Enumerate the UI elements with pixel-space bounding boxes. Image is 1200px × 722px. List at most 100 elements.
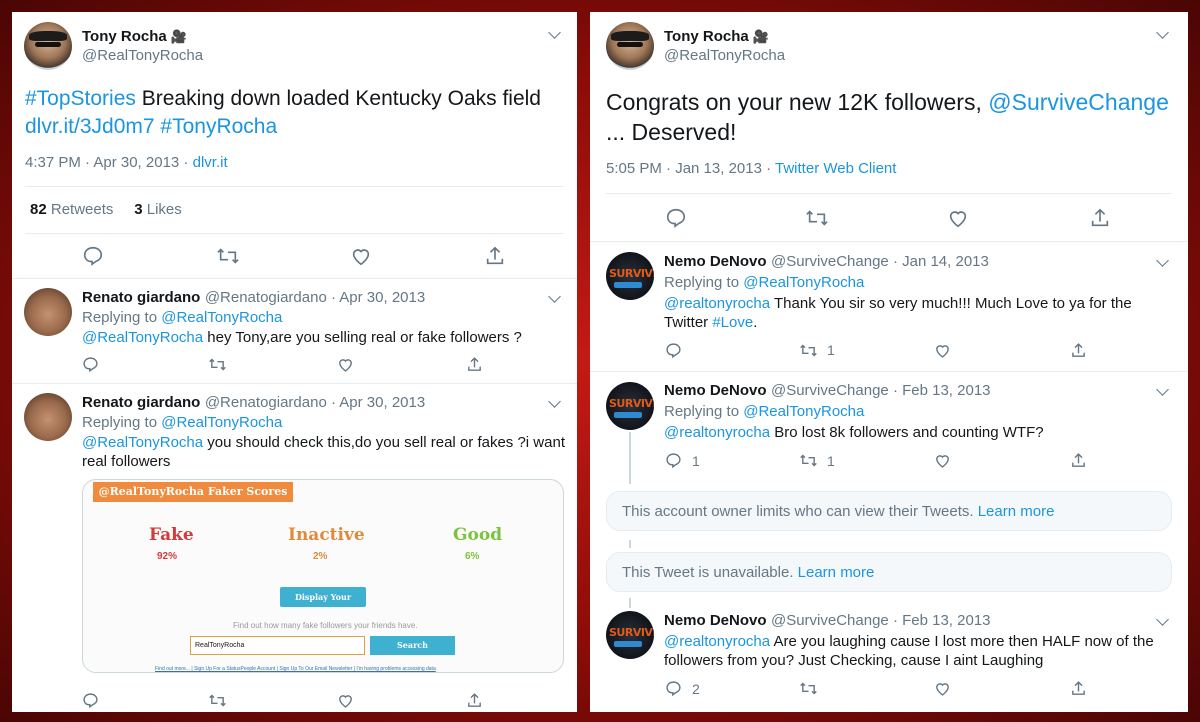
heart-icon[interactable] <box>350 245 372 267</box>
mention-link[interactable]: @SurviveChange <box>988 89 1169 115</box>
card-footer-links[interactable]: Find out more... | Sign Up For a StatusP… <box>155 666 436 672</box>
heart-icon[interactable] <box>947 207 969 229</box>
unavailable-tweet-notice: This Tweet is unavailable. Learn more <box>606 552 1172 592</box>
author-handle[interactable]: @RealTonyRocha <box>82 47 203 64</box>
retweets-stat[interactable]: 82 Retweets <box>30 201 113 218</box>
video-camera-icon: 🎥 <box>752 29 770 44</box>
reply-header: Nemo DeNovo @SurviveChange · Jan 14, 201… <box>664 253 989 271</box>
reply-icon[interactable] <box>82 692 99 709</box>
faker-scores-card[interactable]: @RealTonyRocha Faker Scores Fake 92% Ina… <box>82 479 564 673</box>
reply-icon[interactable] <box>665 342 682 359</box>
author-handle[interactable]: @Renatogiardano · Apr 30, 2013 <box>205 289 425 306</box>
author-name[interactable]: Nemo DeNovo <box>664 612 767 629</box>
reply-count: 1 <box>692 453 700 469</box>
divider <box>25 233 564 234</box>
display-scores-button[interactable]: Display Your Scores <box>280 587 366 622</box>
chevron-down-icon[interactable] <box>1156 383 1169 396</box>
thread-line <box>629 432 631 484</box>
reply-text: @RealTonyRocha you should check this,do … <box>82 434 565 451</box>
reply-icon[interactable] <box>82 356 99 373</box>
share-icon[interactable] <box>484 245 506 267</box>
likes-stat[interactable]: 3 Likes <box>134 201 182 218</box>
avatar[interactable]: SURVIVE <box>606 382 654 430</box>
reply-header: Nemo DeNovo @SurviveChange · Feb 13, 201… <box>664 612 991 630</box>
avatar[interactable] <box>24 393 72 441</box>
replying-to: Replying to @RealTonyRocha <box>82 414 283 431</box>
share-icon[interactable] <box>466 692 483 709</box>
author-handle[interactable]: @RealTonyRocha <box>664 47 785 64</box>
thread-line <box>629 598 631 608</box>
url-link[interactable]: dlvr.it/3Jd0m7 <box>25 115 155 138</box>
retweet-icon[interactable] <box>799 452 818 469</box>
avatar[interactable]: SURVIVE <box>606 611 654 659</box>
tweet-text: Congrats on your new 12K followers, @Sur… <box>606 89 1169 115</box>
limited-tweet-notice: This account owner limits who can view t… <box>606 491 1172 531</box>
learn-more-link[interactable]: Learn more <box>978 503 1055 520</box>
avatar[interactable] <box>606 22 654 70</box>
heart-icon[interactable] <box>934 680 951 697</box>
reply-text: @realtonyrocha Are you laughing cause I … <box>664 633 1154 650</box>
author-handle[interactable]: @SurviveChange · Feb 13, 2013 <box>771 382 991 399</box>
reply-icon[interactable] <box>665 452 682 469</box>
chevron-down-icon[interactable] <box>1156 254 1169 267</box>
tweet-text-line2: ... Deserved! <box>606 119 737 145</box>
author-handle[interactable]: @Renatogiardano · Apr 30, 2013 <box>205 394 425 411</box>
card-prompt: Find out how many fake followers your fr… <box>233 621 418 630</box>
divider <box>12 278 577 279</box>
chevron-down-icon[interactable] <box>548 395 561 408</box>
avatar[interactable] <box>24 22 72 70</box>
author-name[interactable]: Nemo DeNovo <box>664 382 767 399</box>
tweet-source-link[interactable]: Twitter Web Client <box>775 160 896 177</box>
hashtag-link[interactable]: #TonyRocha <box>160 115 277 138</box>
chevron-down-icon[interactable] <box>548 26 561 39</box>
thread-line <box>629 540 631 548</box>
retweet-icon[interactable] <box>208 356 227 373</box>
share-icon[interactable] <box>466 356 483 373</box>
share-icon[interactable] <box>1089 207 1111 229</box>
card-search-button[interactable]: Search <box>370 636 455 655</box>
chevron-down-icon[interactable] <box>548 290 561 303</box>
author-name[interactable]: Renato giardano <box>82 394 200 411</box>
retweet-icon[interactable] <box>208 692 227 709</box>
right-tweet-panel: Tony Rocha 🎥 @RealTonyRocha Congrats on … <box>590 12 1188 712</box>
share-icon[interactable] <box>1070 452 1087 469</box>
good-value: 6% <box>465 551 480 562</box>
reply-icon[interactable] <box>665 680 682 697</box>
heart-icon[interactable] <box>337 356 354 373</box>
chevron-down-icon[interactable] <box>1156 26 1169 39</box>
avatar[interactable]: SURVIVE <box>606 252 654 300</box>
author-name[interactable]: Renato giardano <box>82 289 200 306</box>
author-handle[interactable]: @SurviveChange · Jan 14, 2013 <box>771 253 989 270</box>
heart-icon[interactable] <box>934 342 951 359</box>
reply-header: Renato giardano @Renatogiardano · Apr 30… <box>82 289 425 307</box>
retweet-icon[interactable] <box>799 680 818 697</box>
tweet-text: #TopStories Breaking down loaded Kentuck… <box>25 87 541 110</box>
inactive-value: 2% <box>313 551 328 562</box>
good-label: Good <box>453 525 503 545</box>
tweet-stats: 82 Retweets 3 Likes <box>30 201 182 218</box>
share-icon[interactable] <box>1070 680 1087 697</box>
reply-icon[interactable] <box>82 245 104 267</box>
tweet-source-link[interactable]: dlvr.it <box>193 154 228 171</box>
author-name[interactable]: Nemo DeNovo <box>664 253 767 270</box>
author-name[interactable]: Tony Rocha <box>82 28 167 45</box>
hashtag-link[interactable]: #TopStories <box>25 87 136 110</box>
heart-icon[interactable] <box>337 692 354 709</box>
chevron-down-icon[interactable] <box>1156 613 1169 626</box>
author-name[interactable]: Tony Rocha <box>664 28 749 45</box>
retweet-icon[interactable] <box>216 245 240 267</box>
replying-to: Replying to @RealTonyRocha <box>664 274 865 291</box>
avatar[interactable] <box>24 288 72 336</box>
retweet-icon[interactable] <box>805 207 829 229</box>
reply-icon[interactable] <box>665 207 687 229</box>
retweet-icon[interactable] <box>799 342 818 359</box>
author-handle[interactable]: @SurviveChange · Feb 13, 2013 <box>771 612 991 629</box>
card-search-input[interactable]: RealTonyRocha <box>190 636 365 655</box>
retweet-count: 1 <box>827 453 835 469</box>
reply-text-line2: followers from you? Just Checking, cause… <box>664 652 1044 669</box>
video-camera-icon: 🎥 <box>170 29 188 44</box>
heart-icon[interactable] <box>934 452 951 469</box>
learn-more-link[interactable]: Learn more <box>798 564 875 581</box>
inactive-label: Inactive <box>288 525 365 545</box>
share-icon[interactable] <box>1070 342 1087 359</box>
